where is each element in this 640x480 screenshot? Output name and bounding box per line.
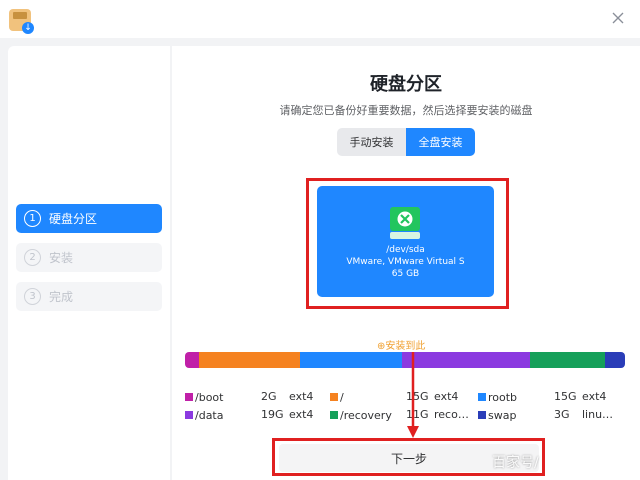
annotation-arrow bbox=[407, 352, 419, 438]
watermark: 百家号/ bbox=[492, 455, 539, 471]
